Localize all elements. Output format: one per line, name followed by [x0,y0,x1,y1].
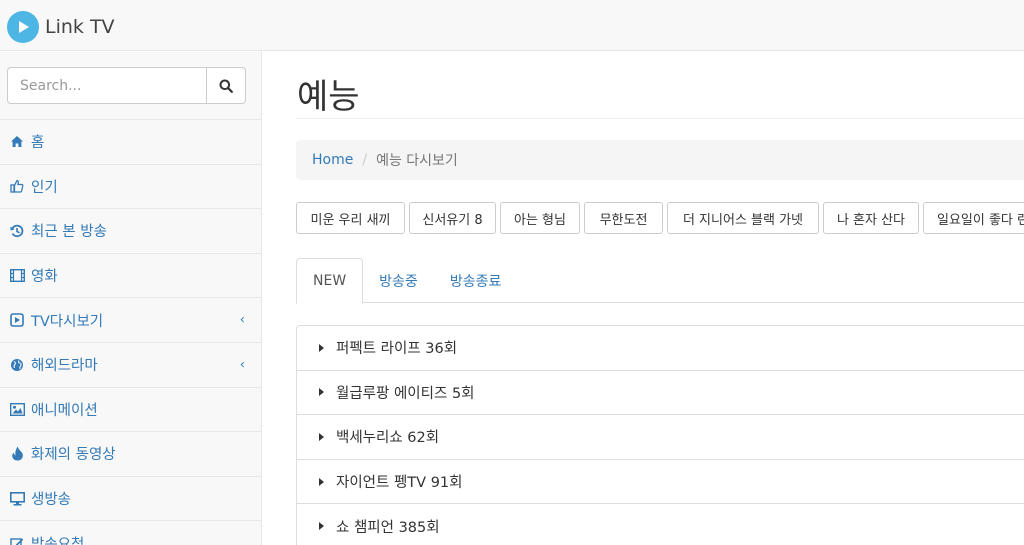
broadcast-tabs: NEW 방송중 방송종료 [296,258,1024,304]
sidebar-item-label: 애니메이션 [31,402,98,419]
sidebar-item-label: 영화 [31,269,58,286]
episode-list: 퍼펙트 라이프 36회 월급루팡 에이티즈 5회 백세누리쇼 62회 자이언트 … [296,325,1024,545]
sidebar-item-label: 최근 본 방송 [31,224,107,241]
episode-title: 퍼펙트 라이프 36회 [336,341,458,358]
show-tag-button[interactable]: 나 혼자 산다 [823,202,919,234]
sidebar-item-label: TV다시보기 [31,313,104,330]
chevron-left-icon: ‹ [239,312,245,328]
page-title: 예능 [297,77,360,117]
caret-right-icon [319,343,324,352]
top-navbar: Link TV [0,0,1024,51]
sidebar-item-label: 생방송 [31,492,72,509]
list-item[interactable]: 자이언트 펭TV 91회 [297,460,1024,505]
caret-right-icon [319,432,324,441]
breadcrumb-home-link[interactable]: Home [312,152,353,168]
image-icon [9,401,25,417]
sidebar-item-label: 화제의 동영상 [31,447,116,464]
sidebar-item-label: 홈 [31,135,45,152]
play-square-icon [9,312,25,328]
edit-icon [9,535,25,545]
sidebar-item-home[interactable]: 홈 [0,120,261,165]
tab-ended[interactable]: 방송종료 [434,258,518,303]
list-item[interactable]: 쇼 챔피언 385회 [297,504,1024,545]
sidebar-item-recent[interactable]: 최근 본 방송 [0,209,261,254]
show-tag-button[interactable]: 무한도전 [584,202,663,234]
chevron-left-icon: ‹ [239,357,245,373]
history-icon [9,223,25,239]
sidebar-item-label: 해외드라마 [31,358,98,375]
fire-icon [9,446,25,462]
search-input[interactable] [7,67,206,104]
sidebar-item-trending-videos[interactable]: 화제의 동영상 [0,432,261,477]
sidebar-item-animation[interactable]: 애니메이션 [0,388,261,433]
film-icon [9,268,25,284]
search-icon [219,79,233,93]
sidebar-item-tv-replay[interactable]: TV다시보기 ‹ [0,298,261,343]
search-button[interactable] [206,67,246,104]
sidebar-item-live[interactable]: 생방송 [0,477,261,522]
show-tag-button[interactable]: 더 지니어스 블랙 가넷 [667,202,819,234]
tab-new[interactable]: NEW [296,258,364,304]
episode-title: 쇼 챔피언 385회 [336,519,440,536]
sidebar-item-movies[interactable]: 영화 [0,254,261,299]
home-icon [9,134,25,150]
sidebar-item-request[interactable]: 방송요청 [0,521,261,545]
list-item[interactable]: 백세누리쇼 62회 [297,415,1024,460]
episode-title: 자이언트 펭TV 91회 [336,475,463,492]
brand-link[interactable]: Link TV [7,10,115,43]
sidebar-search [0,51,261,120]
show-tag-list: 미운 우리 새끼 신서유기 8 아는 형님 무한도전 더 지니어스 블랙 가넷 … [296,202,1024,234]
show-tag-button[interactable]: 미운 우리 새끼 [296,202,405,234]
brand-title: Link TV [45,15,115,38]
episode-title: 백세누리쇼 62회 [336,430,440,447]
list-item[interactable]: 월급루팡 에이티즈 5회 [297,371,1024,416]
breadcrumb-current: 예능 다시보기 [376,153,458,169]
main-content: 예능 Home / 예능 다시보기 미운 우리 새끼 신서유기 8 아는 형님 … [263,51,1024,545]
show-tag-button[interactable]: 아는 형님 [500,202,580,234]
tab-airing[interactable]: 방송중 [363,258,434,303]
sidebar-item-label: 방송요청 [31,536,85,545]
caret-right-icon [319,522,324,531]
show-tag-button[interactable]: 일요일이 좋다 런닝맨 [923,202,1024,234]
thumbs-up-icon [9,178,25,194]
caret-right-icon [319,477,324,486]
list-item[interactable]: 퍼펙트 라이프 36회 [297,326,1024,371]
play-circle-icon [7,10,39,43]
episode-title: 월급루팡 에이티즈 5회 [336,385,475,402]
search-group [7,67,246,104]
breadcrumb: Home / 예능 다시보기 [296,140,1024,180]
sidebar-item-foreign-drama[interactable]: 해외드라마 ‹ [0,343,261,388]
desktop-icon [9,491,25,507]
sidebar: 홈 인기 최근 본 방송 영화 TV다시보기 ‹ 해외드라마 ‹ [0,51,262,545]
globe-icon [9,357,25,373]
show-tag-button[interactable]: 신서유기 8 [409,202,496,234]
sidebar-item-label: 인기 [31,179,58,196]
sidebar-item-popular[interactable]: 인기 [0,165,261,210]
breadcrumb-separator: / [362,152,368,168]
caret-right-icon [319,388,324,397]
title-divider [296,118,1024,119]
